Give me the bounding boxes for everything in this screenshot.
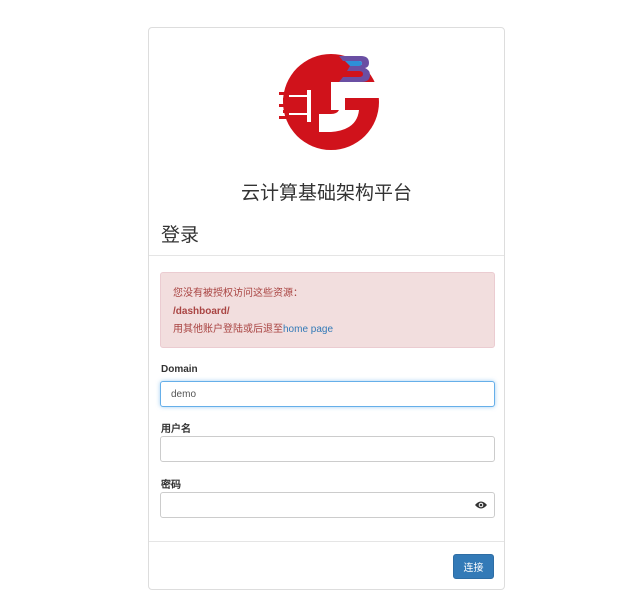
permission-alert: 您没有被授权访问这些资源： /dashboard/ 用其他账户登陆或后退至hom…	[160, 272, 495, 348]
username-label: 用户名	[161, 424, 191, 435]
login-heading: 登录	[161, 225, 200, 246]
alert-hint: 用其他账户登陆或后退至home page	[173, 321, 482, 339]
domain-label: Domain	[161, 364, 198, 375]
footer-divider	[149, 541, 504, 542]
login-panel: 云计算基础架构平台 登录 您没有被授权访问这些资源： /dashboard/ 用…	[148, 27, 505, 590]
header-divider	[149, 255, 504, 256]
alert-path: /dashboard/	[173, 306, 230, 317]
domain-input[interactable]	[160, 381, 495, 407]
eye-icon[interactable]	[475, 500, 487, 510]
password-input[interactable]	[160, 492, 495, 518]
username-input[interactable]	[160, 436, 495, 462]
connect-button[interactable]: 连接	[453, 554, 494, 579]
home-page-link[interactable]: home page	[283, 324, 333, 335]
password-label: 密码	[161, 480, 181, 491]
alert-hint-text: 用其他账户登陆或后退至	[173, 324, 283, 335]
platform-title: 云计算基础架构平台	[240, 183, 412, 204]
alert-message: 您没有被授权访问这些资源：	[173, 288, 303, 299]
brand-logo	[279, 54, 379, 150]
